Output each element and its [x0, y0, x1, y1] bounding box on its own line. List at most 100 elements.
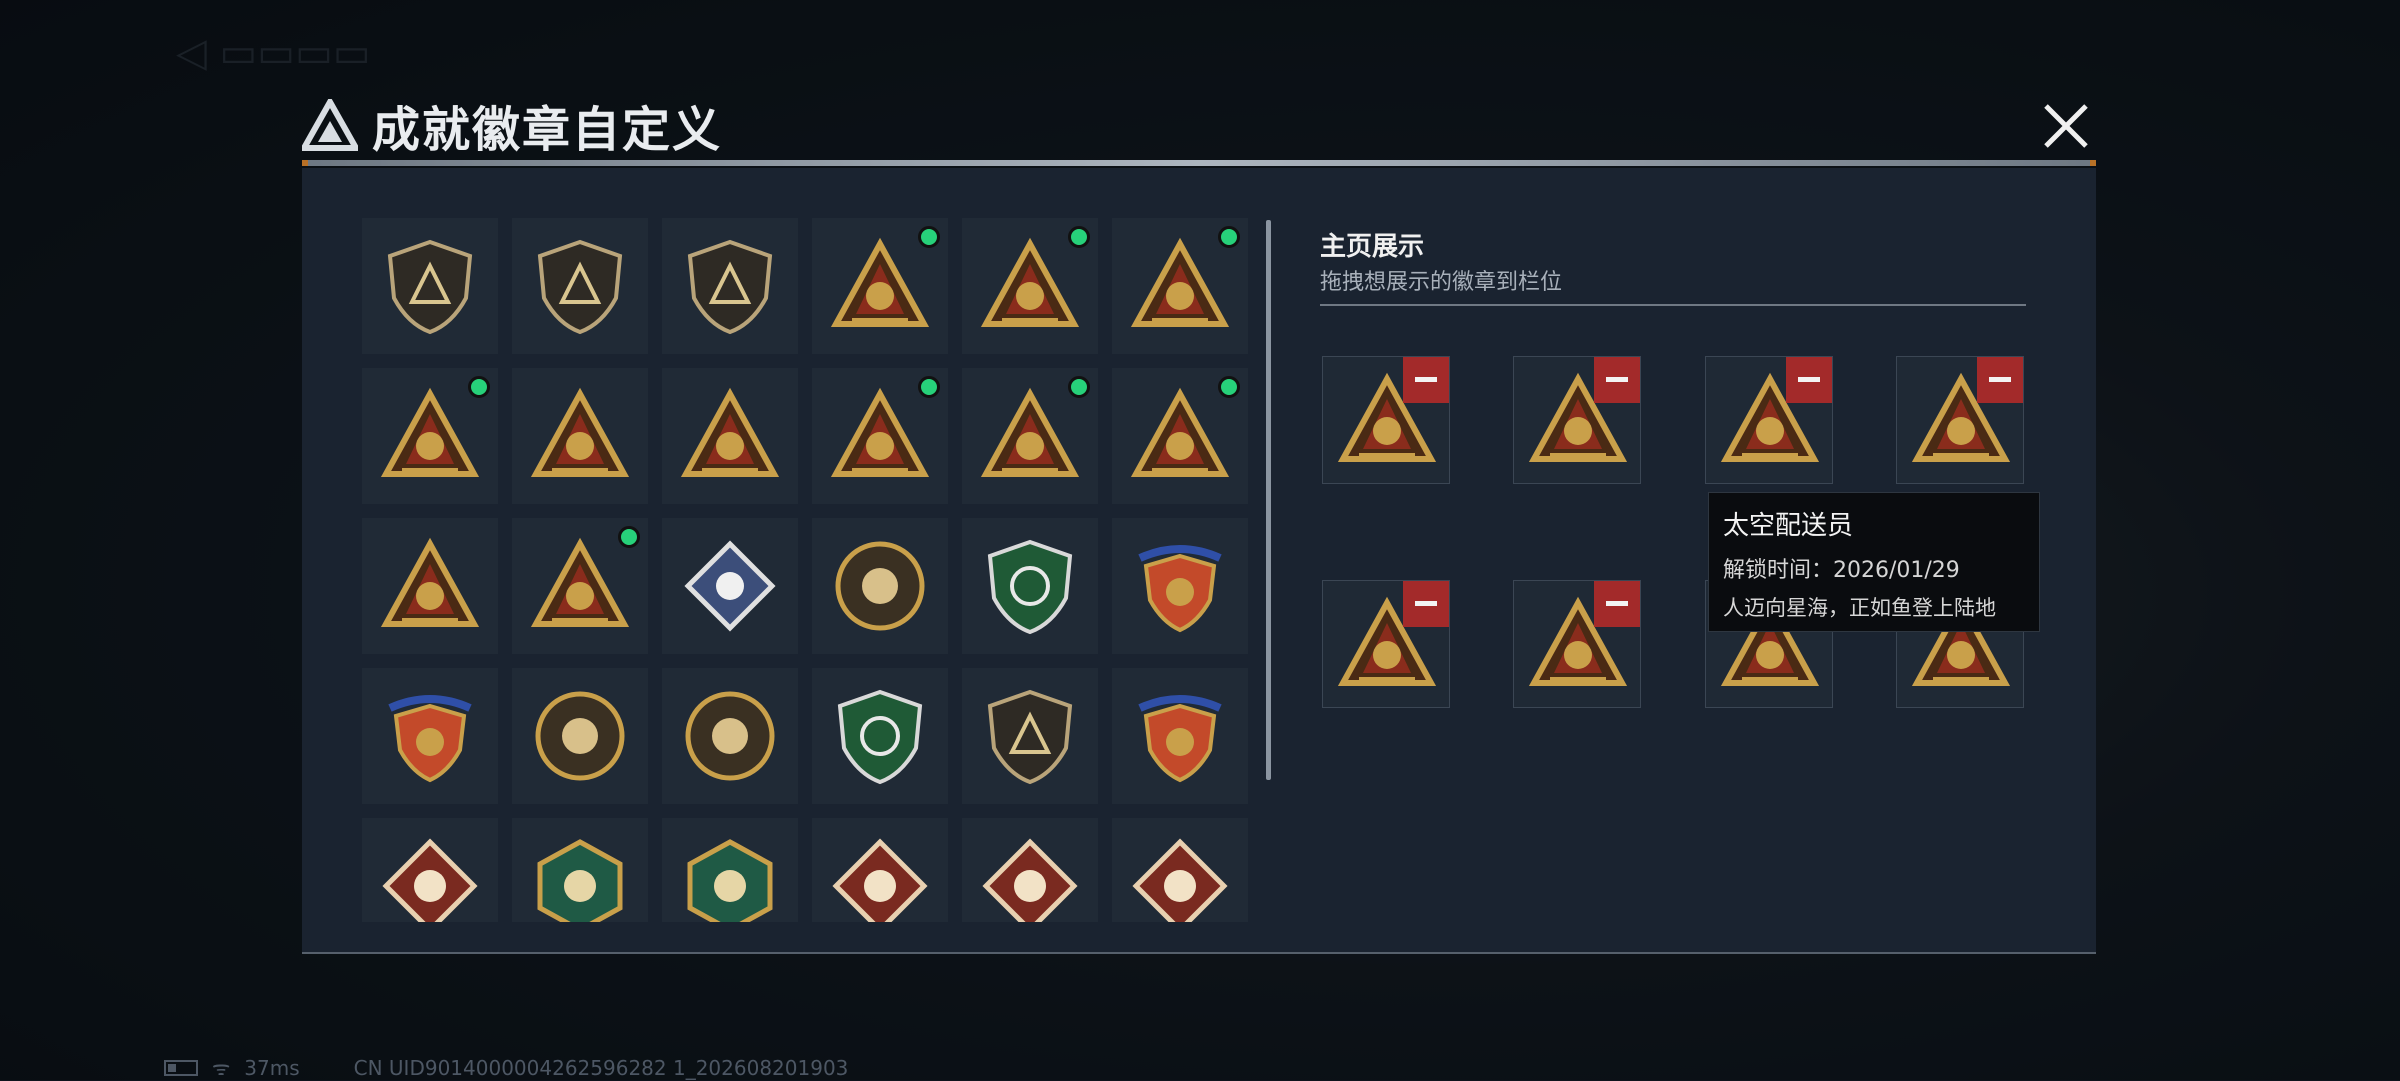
badge-grid[interactable]: [362, 218, 1252, 922]
badge-cell[interactable]: [512, 368, 648, 504]
dialog-header: 成就徽章自定义: [302, 96, 722, 158]
showcase-title: 主页展示: [1320, 232, 1425, 262]
showcase-slot[interactable]: [1513, 580, 1641, 708]
showcase-slot[interactable]: [1513, 356, 1641, 484]
alliance-logo-icon: [302, 99, 358, 151]
showcase-divider: [1320, 304, 2026, 306]
selected-indicator-dot: [468, 376, 490, 398]
badge-cell[interactable]: [362, 218, 498, 354]
showcase-slot[interactable]: [1896, 356, 2024, 484]
badge-cell[interactable]: [662, 668, 798, 804]
badge-cell[interactable]: [962, 818, 1098, 922]
badge-cell[interactable]: [662, 818, 798, 922]
rocket-triangle-badge-icon: [530, 537, 630, 627]
badge-cell[interactable]: [662, 368, 798, 504]
bird-triangle-badge-icon: [530, 387, 630, 477]
dialog-title: 成就徽章自定义: [372, 102, 723, 158]
badge-cell[interactable]: [362, 668, 498, 804]
usb-triangle-badge-icon: [830, 387, 930, 477]
badge-cell[interactable]: [812, 518, 948, 654]
remove-badge-button[interactable]: [1403, 581, 1449, 627]
wolf-diamond-badge-icon: [382, 838, 478, 922]
showcase-slot[interactable]: [1322, 356, 1450, 484]
badge-cell[interactable]: [1112, 818, 1248, 922]
crosshair-shield-badge-icon: [837, 689, 923, 785]
wifi-icon: ᯤ: [212, 1056, 231, 1080]
selected-indicator-dot: [1068, 376, 1090, 398]
dragon-hexagon-badge-icon: [537, 839, 623, 922]
badge-cell[interactable]: [962, 218, 1098, 354]
tooltip-badge-name: 太空配送员: [1723, 511, 1854, 541]
selected-indicator-dot: [918, 376, 940, 398]
badge-cell[interactable]: [362, 818, 498, 922]
alliance-shield-badge-icon: [387, 239, 473, 335]
showcase-subtitle: 拖拽想展示的徽章到栏位: [1320, 270, 1563, 295]
close-button[interactable]: [2040, 100, 2092, 152]
crate-triangle-badge-icon: [1130, 237, 1230, 327]
vest-56-triangle-badge-icon: [980, 237, 1080, 327]
showcase-slot[interactable]: [1705, 356, 1833, 484]
badge-cell[interactable]: [812, 818, 948, 922]
drink-58-triangle-badge-icon: [380, 387, 480, 477]
rose-diamond-badge-icon: [684, 540, 776, 632]
uid-text: CN UID9014000004262596282 1_202608201903: [353, 1055, 849, 1080]
selected-indicator-dot: [1068, 226, 1090, 248]
badge-cell[interactable]: [362, 368, 498, 504]
remove-badge-button[interactable]: [1977, 357, 2023, 403]
badge-cell[interactable]: [962, 668, 1098, 804]
dragon-diamond-badge-icon: [832, 838, 928, 922]
badge-cell[interactable]: [812, 368, 948, 504]
badge-cell[interactable]: [512, 218, 648, 354]
remove-badge-button[interactable]: [1594, 581, 1640, 627]
green-shield-badge-icon: [987, 539, 1073, 635]
swords-crest-badge-icon: [1138, 695, 1222, 783]
selected-indicator-dot: [1218, 376, 1240, 398]
runner-triangle-badge-icon: [980, 387, 1080, 477]
backpack-triangle-badge-icon: [830, 237, 930, 327]
badge-cell[interactable]: [1112, 368, 1248, 504]
battery-icon: [164, 1059, 198, 1076]
remove-badge-button[interactable]: [1786, 357, 1832, 403]
fighter-hexagon-badge-icon: [687, 839, 773, 922]
badge-cell[interactable]: [1112, 668, 1248, 804]
star-round-badge-icon: [835, 541, 925, 631]
beast-round-badge-icon: [685, 691, 775, 781]
runner-diamond-badge-icon: [1132, 838, 1228, 922]
tooltip-unlock-time: 解锁时间：2026/01/29: [1723, 558, 1960, 583]
badge-cell[interactable]: [512, 518, 648, 654]
remove-badge-button[interactable]: [1403, 357, 1449, 403]
badge-cell[interactable]: [812, 218, 948, 354]
skull-round-badge-icon: [535, 691, 625, 781]
status-bar: ᯤ 37ms CN UID9014000004262596282 1_20260…: [164, 1054, 848, 1081]
badge-cell[interactable]: [1112, 218, 1248, 354]
ping-text: 37ms: [244, 1055, 300, 1080]
selected-indicator-dot: [1218, 226, 1240, 248]
number-one-triangle-badge-icon: [680, 387, 780, 477]
badge-cell[interactable]: [962, 368, 1098, 504]
showcase-slot[interactable]: [1322, 580, 1450, 708]
soldiers-triangle-badge-icon: [380, 537, 480, 627]
helicopter-shield-badge-icon: [537, 239, 623, 335]
badge-cell[interactable]: [662, 218, 798, 354]
close-icon: [2044, 104, 2088, 148]
badge-cell[interactable]: [1112, 518, 1248, 654]
diamond-shield-badge-icon: [388, 695, 472, 783]
badge-cell[interactable]: [812, 668, 948, 804]
tooltip-description: 人迈向星海，正如鱼登上陆地: [1723, 596, 1996, 620]
selected-indicator-dot: [918, 226, 940, 248]
header-divider: [302, 160, 2096, 166]
rifle-shield-badge-icon: [987, 689, 1073, 785]
daggers-shield-badge-icon: [687, 239, 773, 335]
winged-shield-badge-icon: [1138, 545, 1222, 633]
badge-cell[interactable]: [962, 518, 1098, 654]
badge-cell[interactable]: [512, 668, 648, 804]
selected-indicator-dot: [618, 526, 640, 548]
badge-cell[interactable]: [362, 518, 498, 654]
badge-cell[interactable]: [512, 818, 648, 922]
badge-grid-scrollbar[interactable]: [1266, 220, 1271, 780]
remove-badge-button[interactable]: [1594, 357, 1640, 403]
badge-cell[interactable]: [662, 518, 798, 654]
dragon-red-diamond-badge-icon: [982, 838, 1078, 922]
gem-triangle-badge-icon: [1130, 387, 1230, 477]
badge-tooltip: 太空配送员 解锁时间：2026/01/29 人迈向星海，正如鱼登上陆地: [1708, 492, 2040, 632]
